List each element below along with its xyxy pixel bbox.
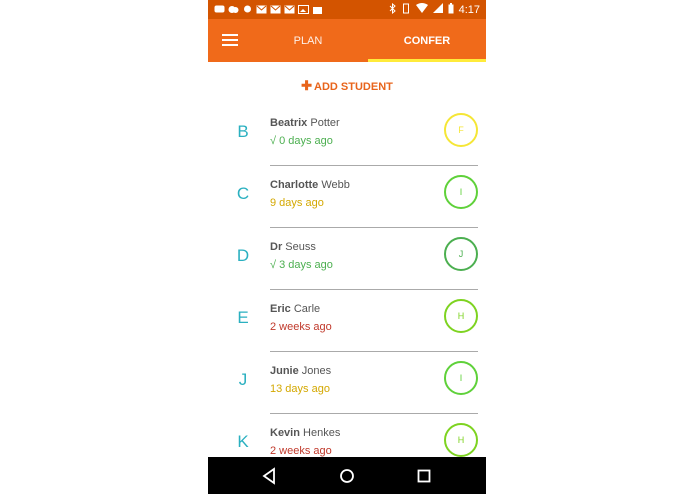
student-first-name: Beatrix — [270, 117, 308, 129]
signal-icon — [432, 3, 443, 16]
student-name: Kevin Henkes — [270, 427, 340, 439]
student-initial: D — [236, 246, 250, 265]
last-conference-time: √ 0 days ago — [270, 135, 333, 147]
add-student-button[interactable]: ✚ ADD STUDENT — [208, 78, 486, 94]
student-last-name: Potter — [310, 117, 340, 129]
last-conference-time: 2 weeks ago — [270, 445, 332, 457]
student-first-name: Dr — [270, 241, 283, 253]
notification-gmail-icon — [284, 5, 295, 14]
status-time: 4:17 — [458, 3, 480, 16]
notification-chat-icon — [214, 5, 225, 14]
student-row[interactable]: C Charlotte Webb 9 days ago I — [208, 166, 486, 228]
last-conference-time: √ 3 days ago — [270, 259, 333, 271]
student-row[interactable]: J Junie Jones 13 days ago I — [208, 352, 486, 414]
student-last-name: Carle — [293, 303, 321, 315]
recents-icon[interactable] — [414, 466, 434, 486]
active-tab-indicator — [368, 59, 486, 62]
navigation-bar — [208, 457, 486, 494]
reading-level-badge[interactable]: J — [444, 237, 478, 271]
student-last-name: Jones — [301, 365, 332, 377]
student-first-name: Charlotte — [270, 179, 319, 191]
student-first-name: Kevin — [270, 427, 300, 439]
student-name: Beatrix Potter — [270, 117, 340, 129]
student-list: B Beatrix Potter √ 0 days ago F C Charlotte W… — [208, 104, 486, 476]
tab-confer[interactable]: CONFER — [368, 19, 486, 62]
last-conference-time: 9 days ago — [270, 197, 324, 209]
student-first-name: Junie — [270, 365, 299, 377]
student-initial: K — [237, 432, 249, 451]
menu-icon[interactable] — [222, 34, 238, 46]
home-icon[interactable] — [337, 466, 357, 486]
last-conference-time: 13 days ago — [270, 383, 330, 395]
student-name: Eric Carle — [270, 303, 320, 315]
vibrate-icon — [401, 3, 411, 17]
tab-plan[interactable]: PLAN — [248, 19, 368, 62]
student-row[interactable]: B Beatrix Potter √ 0 days ago F — [208, 104, 486, 166]
student-initial: E — [237, 308, 249, 327]
student-row[interactable]: D Dr Seuss √ 3 days ago J — [208, 228, 486, 290]
app-bar: PLAN CONFER — [208, 19, 486, 62]
reading-level-badge[interactable]: H — [444, 423, 478, 457]
reading-level-badge[interactable]: H — [444, 299, 478, 333]
phone-screen: 4:17 PLAN CONFER ✚ ADD STUDENT B Beatrix P… — [208, 0, 486, 494]
notification-bag-icon — [312, 5, 323, 14]
notification-gmail-icon — [256, 5, 267, 14]
add-student-label: ADD STUDENT — [314, 81, 393, 93]
back-icon[interactable] — [260, 466, 280, 486]
status-bar: 4:17 — [208, 0, 486, 19]
plus-icon: ✚ — [301, 78, 313, 93]
battery-icon — [448, 2, 454, 17]
reading-level-badge[interactable]: I — [444, 175, 478, 209]
student-last-name: Seuss — [285, 241, 316, 253]
reading-level-badge[interactable]: F — [444, 113, 478, 147]
notification-gmail-icon — [270, 5, 281, 14]
wifi-icon — [415, 3, 428, 16]
notification-wechat-icon — [228, 5, 239, 14]
student-name: Dr Seuss — [270, 241, 316, 253]
student-first-name: Eric — [270, 303, 291, 315]
last-conference-time: 2 weeks ago — [270, 321, 332, 333]
student-initial: J — [238, 370, 248, 389]
student-row[interactable]: E Eric Carle 2 weeks ago H — [208, 290, 486, 352]
bluetooth-icon — [389, 2, 396, 17]
student-last-name: Webb — [321, 179, 350, 191]
reading-level-badge[interactable]: I — [444, 361, 478, 395]
student-initial: B — [237, 122, 249, 141]
notification-location-icon — [242, 5, 253, 14]
student-initial: C — [236, 184, 250, 203]
student-name: Junie Jones — [270, 365, 331, 377]
notification-image-icon — [298, 5, 309, 14]
student-last-name: Henkes — [303, 427, 341, 439]
student-name: Charlotte Webb — [270, 179, 350, 191]
